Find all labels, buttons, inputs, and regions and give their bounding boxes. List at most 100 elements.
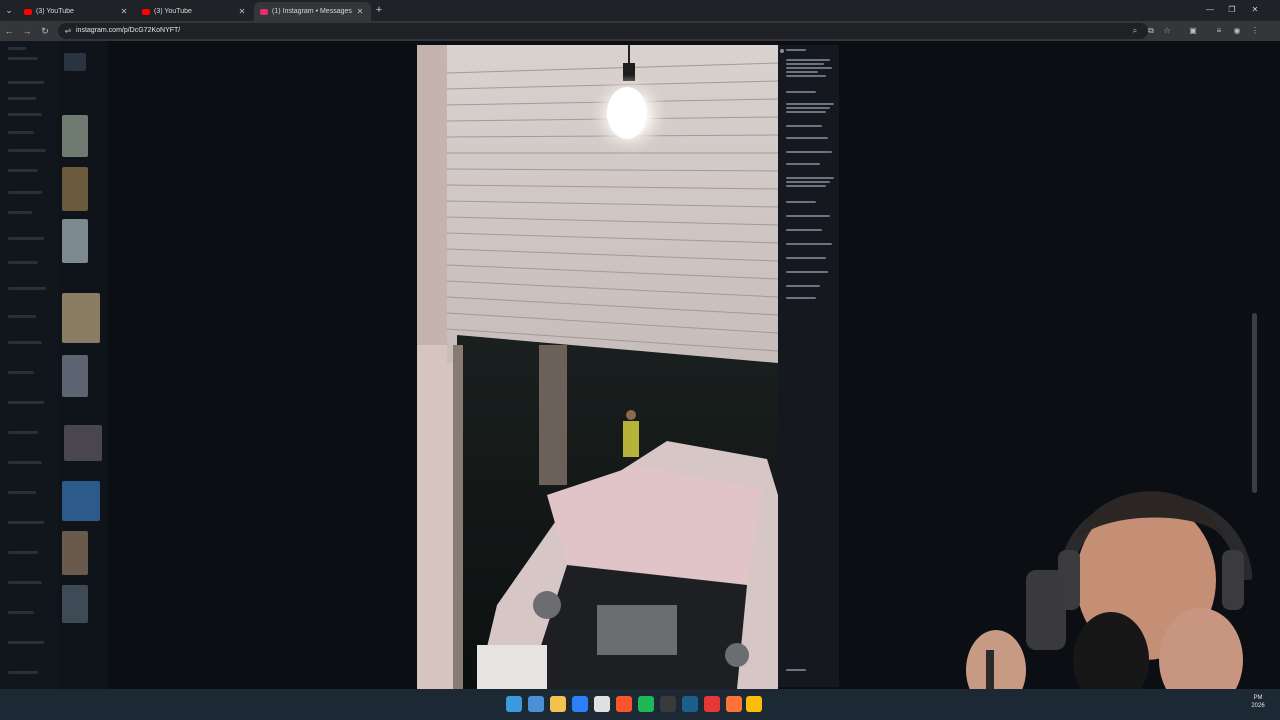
chrome-icon[interactable] <box>746 696 762 712</box>
nav-item[interactable] <box>8 57 38 60</box>
app-red-icon[interactable] <box>704 696 720 712</box>
close-icon[interactable]: ✕ <box>237 7 247 16</box>
windows-taskbar: PM 2026 <box>0 689 1280 720</box>
close-window-icon[interactable]: ✕ <box>1248 3 1262 17</box>
chevron-down-icon[interactable]: ⌄ <box>2 3 16 17</box>
nav-item[interactable] <box>8 401 44 404</box>
scrollbar-thumb[interactable] <box>1252 313 1257 493</box>
url-text[interactable]: instagram.com/p/DcG72KoNYFT/ <box>76 25 180 37</box>
tab-title: (1) Instagram • Messages <box>272 8 352 15</box>
nav-item[interactable] <box>8 113 42 116</box>
comment-line <box>786 285 820 287</box>
tune-icon[interactable]: ⇌ <box>62 24 74 38</box>
nav-item[interactable] <box>8 491 36 494</box>
system-clock[interactable]: PM 2026 <box>1238 694 1278 710</box>
reload-icon[interactable]: ↻ <box>38 24 52 38</box>
comment-line <box>786 111 826 113</box>
file-explorer-icon[interactable] <box>550 696 566 712</box>
nav-item[interactable] <box>8 671 38 674</box>
comment-line <box>786 215 830 217</box>
tab-strip: ⌄ (3) YouTube ✕ (3) YouTube ✕ (1) Instag… <box>0 0 1280 21</box>
thumbnail-column <box>58 41 108 689</box>
thumbnail[interactable] <box>62 585 88 623</box>
nav-item[interactable] <box>8 47 26 50</box>
task-view-icon[interactable] <box>528 696 544 712</box>
brave-icon[interactable] <box>616 696 632 712</box>
close-icon[interactable]: ✕ <box>355 7 365 16</box>
thumbnail[interactable] <box>62 167 88 211</box>
page-scrollbar[interactable] <box>1252 51 1257 689</box>
nav-item[interactable] <box>8 169 38 172</box>
zoom-icon[interactable]: ⌕ <box>1128 24 1142 38</box>
nav-item[interactable] <box>8 641 44 644</box>
nav-item[interactable] <box>8 287 46 290</box>
thumbnail[interactable] <box>62 531 88 575</box>
calendar-icon[interactable] <box>594 696 610 712</box>
nav-item[interactable] <box>8 371 34 374</box>
thumbnail[interactable] <box>64 425 102 461</box>
firefox-icon[interactable] <box>726 696 742 712</box>
avatar <box>780 49 784 53</box>
close-icon[interactable]: ✕ <box>119 7 129 16</box>
nav-item[interactable] <box>8 611 34 614</box>
comment-line <box>786 271 828 273</box>
thumbnail[interactable] <box>64 53 86 71</box>
minimize-icon[interactable]: — <box>1203 3 1217 17</box>
steam-icon[interactable] <box>682 696 698 712</box>
youtube-icon <box>24 8 32 15</box>
profile-icon[interactable]: ◉ <box>1230 24 1244 38</box>
comment-line <box>786 257 826 259</box>
puzzle-icon[interactable]: ▣ <box>1186 24 1200 38</box>
nav-item[interactable] <box>8 97 36 100</box>
instagram-icon <box>260 8 268 15</box>
nav-item[interactable] <box>8 131 34 134</box>
nav-item[interactable] <box>8 261 38 264</box>
copilot-icon[interactable] <box>572 696 588 712</box>
nav-item[interactable] <box>8 521 44 524</box>
comment-line <box>786 49 806 51</box>
tab-instagram[interactable]: (1) Instagram • Messages ✕ <box>254 2 371 21</box>
comment-line <box>786 67 832 69</box>
thumbnail[interactable] <box>62 293 100 343</box>
spotify-icon[interactable] <box>638 696 654 712</box>
thumbnail[interactable] <box>62 481 100 521</box>
comment-line <box>786 103 834 105</box>
address-bar[interactable]: ⇌ instagram.com/p/DcG72KoNYFT/ <box>58 23 1148 39</box>
back-arrow-icon[interactable]: ← <box>2 24 16 38</box>
nav-item[interactable] <box>8 211 32 214</box>
nav-item[interactable] <box>8 461 42 464</box>
kebab-menu-icon[interactable]: ⋮ <box>1248 24 1262 38</box>
tab-youtube-2[interactable]: (3) YouTube ✕ <box>136 2 253 21</box>
nav-item[interactable] <box>8 81 44 84</box>
tab-youtube-1[interactable]: (3) YouTube ✕ <box>18 2 135 21</box>
nav-item[interactable] <box>8 341 42 344</box>
install-app-icon[interactable]: ⧉ <box>1144 24 1158 38</box>
maximize-icon[interactable]: ❐ <box>1225 3 1239 17</box>
plus-icon[interactable]: + <box>373 3 385 17</box>
tab-title: (3) YouTube <box>154 8 192 15</box>
post-image[interactable] <box>417 45 778 689</box>
nav-item[interactable] <box>8 237 44 240</box>
nav-item[interactable] <box>8 315 36 318</box>
obs-icon[interactable] <box>660 696 676 712</box>
forward-arrow-icon[interactable]: → <box>20 24 34 38</box>
left-nav-rail <box>0 41 58 689</box>
star-icon[interactable]: ☆ <box>1160 24 1174 38</box>
media-control-icon[interactable]: ≡ <box>1212 24 1226 38</box>
nav-item[interactable] <box>8 431 38 434</box>
nav-item[interactable] <box>8 191 42 194</box>
comment-line <box>786 163 820 165</box>
comment-line <box>786 229 822 231</box>
comment-line <box>786 177 834 179</box>
comment-line <box>786 59 830 61</box>
start-icon[interactable] <box>506 696 522 712</box>
nav-item[interactable] <box>8 581 42 584</box>
thumbnail[interactable] <box>62 355 88 397</box>
thumbnail[interactable] <box>62 219 88 263</box>
thumbnail[interactable] <box>62 115 88 157</box>
nav-item[interactable] <box>8 551 38 554</box>
comments-panel <box>778 45 839 687</box>
comment-line <box>786 71 818 73</box>
clock-time: PM <box>1253 695 1263 701</box>
nav-item[interactable] <box>8 149 46 152</box>
